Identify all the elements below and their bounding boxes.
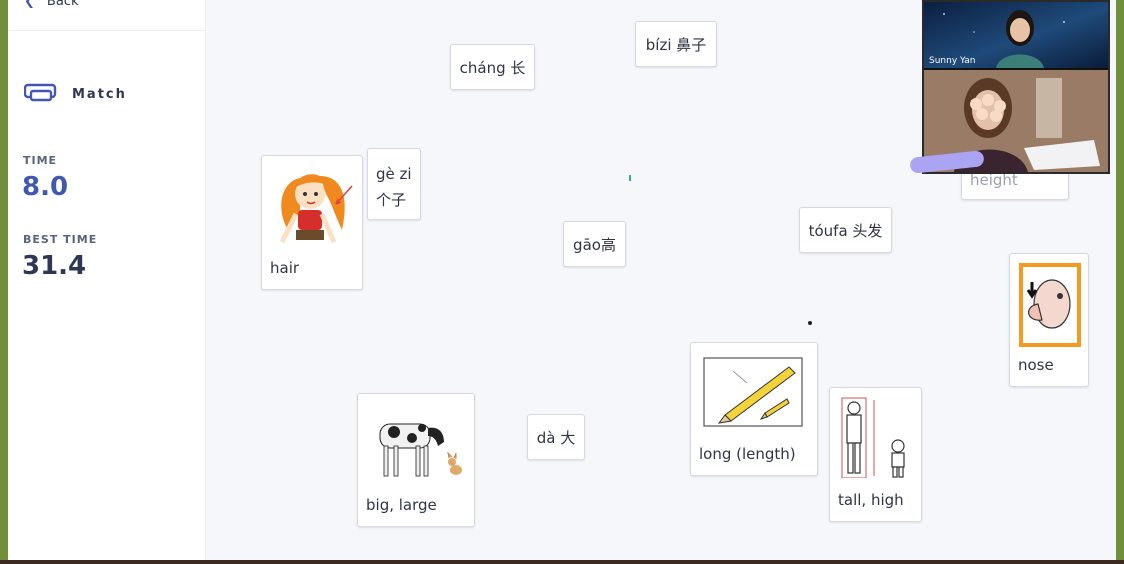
card-big[interactable]: big, large [357, 393, 475, 527]
time-value: 8.0 [22, 172, 69, 202]
video-tile-host: Sunny Yan [924, 2, 1108, 68]
card-gao[interactable]: gāo高 [563, 221, 626, 267]
sidebar: ❮ Back Match TIME 8.0 BEST TIME 31.4 [8, 0, 205, 560]
card-caption: big, large [366, 496, 437, 514]
card-long[interactable]: long (length) [690, 342, 818, 476]
match-game-app: ❮ Back Match TIME 8.0 BEST TIME 31.4 chá… [8, 0, 1116, 560]
card-chang[interactable]: cháng 长 [450, 44, 535, 90]
card-caption: long (length) [699, 445, 796, 463]
card-tall[interactable]: tall, high [829, 387, 922, 522]
card-label: dà 大 [536, 428, 576, 447]
mode-title: Match [72, 86, 127, 102]
bottom-bar [0, 560, 1124, 564]
match-mode-icon [23, 82, 58, 106]
chevron-left-icon: ❮ [24, 0, 35, 9]
stray-mark [629, 175, 631, 181]
best-time-value: 31.4 [22, 251, 87, 281]
video-call-panel[interactable]: Sunny Yan [922, 0, 1110, 174]
card-gezi[interactable]: gè zi 个子 [367, 148, 421, 220]
stray-dot [808, 321, 812, 325]
card-caption: tall, high [838, 491, 904, 509]
pencils-image [703, 357, 803, 431]
card-caption: nose [1018, 356, 1054, 374]
mode-header: Match [23, 82, 127, 106]
tall-short-people-image [838, 396, 914, 482]
girl-hair-image [270, 164, 356, 258]
back-link[interactable]: ❮ Back [24, 0, 78, 9]
card-label: gè zi [376, 165, 412, 183]
card-hair[interactable]: hair [261, 155, 363, 290]
time-label: TIME [23, 154, 58, 167]
card-da[interactable]: dà 大 [527, 414, 585, 460]
nose-face-image [1018, 262, 1082, 352]
best-time-label: BEST TIME [23, 233, 98, 246]
card-label-group: gè zi 个子 [376, 161, 412, 213]
participant-name: Sunny Yan [929, 56, 976, 66]
card-bizi[interactable]: bízi 鼻子 [635, 21, 717, 67]
card-label: gāo高 [573, 235, 616, 254]
sidebar-divider [8, 30, 205, 31]
card-label: 个子 [376, 191, 407, 209]
card-label: cháng 长 [459, 58, 526, 77]
back-label: Back [46, 0, 79, 9]
card-caption: hair [270, 259, 300, 277]
dog-chihuahua-image [366, 402, 466, 488]
card-label: bízi 鼻子 [645, 35, 707, 54]
card-toufa[interactable]: tóufa 头发 [799, 207, 892, 253]
card-label: tóufa 头发 [808, 221, 883, 240]
card-nose[interactable]: nose [1009, 253, 1089, 387]
